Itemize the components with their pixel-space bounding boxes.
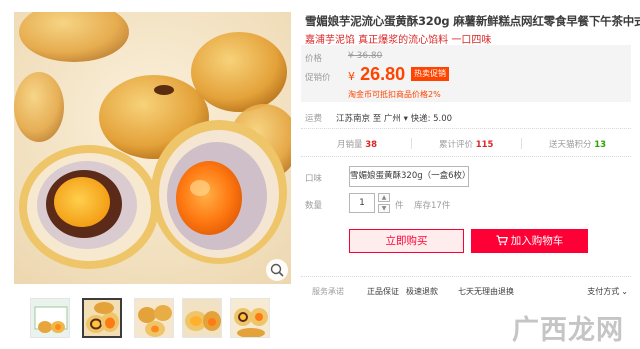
product-subtitle: 嘉浦芋泥馅 真正爆浆的流心馅料 一口四味	[305, 35, 492, 46]
flavor-option-selected[interactable]: 雪媚娘蛋黄酥320g（一盒6枚）	[349, 166, 471, 187]
currency-symbol: ¥	[348, 70, 355, 83]
service-item[interactable]: 正品保证	[367, 286, 399, 297]
monthly-sales-value: 38	[365, 140, 378, 150]
tmall-points-value: 13	[594, 140, 607, 150]
thumbnail[interactable]	[182, 298, 222, 338]
add-to-cart-label: 加入购物车	[510, 235, 564, 247]
chevron-down-icon: ⌄	[621, 287, 628, 296]
thumbnail-active[interactable]	[82, 298, 122, 338]
pastry-photo	[14, 12, 291, 284]
coin-discount-note[interactable]: 淘金币可抵扣商品价格2%	[348, 89, 441, 100]
promo-price-label: 促销价	[305, 73, 331, 83]
quantity-label: 数量	[305, 201, 323, 211]
divider	[301, 128, 631, 129]
thumbnail[interactable]	[134, 298, 174, 338]
monthly-sales: 月销量 38	[337, 138, 377, 150]
promo-price: ¥ 26.80	[348, 64, 405, 85]
watermark: 广西龙网	[512, 315, 624, 346]
quantity-increase-button[interactable]: ▲	[378, 193, 390, 202]
reviews-label: 累计评价	[439, 140, 474, 150]
shipping-info[interactable]: 江苏南京 至 广州 ▾ 快递: 5.00	[336, 112, 452, 124]
product-main-image[interactable]	[14, 12, 291, 284]
service-item[interactable]: 七天无理由退换	[458, 286, 514, 297]
promo-badge: 热卖促销	[411, 67, 449, 81]
payment-methods[interactable]: 支付方式 ⌄	[587, 286, 628, 297]
add-to-cart-button[interactable]: 加入购物车	[471, 229, 588, 253]
sales-stats: 月销量 38 累计评价 115 送天猫积分 13	[301, 134, 631, 152]
tmall-points-label: 送天猫积分	[549, 140, 592, 150]
total-reviews[interactable]: 累计评价 115	[439, 138, 493, 150]
quantity-unit: 件	[395, 201, 404, 211]
stock-count: 库存17件	[414, 201, 451, 211]
cart-icon	[496, 234, 508, 245]
divider	[301, 156, 631, 157]
monthly-sales-label: 月销量	[337, 140, 363, 150]
original-price: ¥ 36.80	[348, 51, 383, 61]
services-label: 服务承诺	[312, 287, 344, 296]
service-item[interactable]: 极速退款	[406, 286, 438, 297]
shipping-label: 运费	[305, 114, 323, 124]
promo-price-value: 26.80	[360, 64, 406, 84]
shipping-row: 运费 江苏南京 至 广州 ▾ 快递: 5.00	[305, 112, 452, 124]
divider	[521, 138, 522, 149]
divider	[411, 138, 412, 149]
buy-now-button[interactable]: 立即购买	[349, 229, 464, 253]
quantity-decrease-button[interactable]: ▼	[378, 204, 390, 213]
service-commitments: 服务承诺 正品保证 极速退款 七天无理由退换 支付方式 ⌄	[312, 286, 630, 298]
payment-label: 支付方式	[587, 287, 620, 296]
magnifier-icon[interactable]	[266, 259, 288, 281]
original-price-label: 价格	[305, 54, 323, 64]
flavor-label: 口味	[305, 174, 323, 184]
thumbnail[interactable]	[30, 298, 70, 338]
divider	[301, 276, 631, 277]
thumbnail[interactable]	[230, 298, 270, 338]
product-title: 雪媚娘芋泥流心蛋黄酥320g 麻薯新鲜糕点网红零食早餐下午茶中式	[305, 14, 640, 28]
tmall-points: 送天猫积分 13	[549, 138, 606, 150]
price-panel: 价格 ¥ 36.80 促销价 ¥ 26.80 热卖促销 淘金币可抵扣商品价格2%	[301, 45, 631, 102]
reviews-value: 115	[475, 140, 494, 150]
quantity-input[interactable]: 1	[349, 193, 375, 213]
